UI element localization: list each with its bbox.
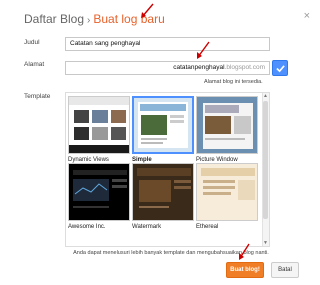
template-simple[interactable]: Simple [132,96,194,163]
create-blog-dialog: Daftar Blog › Buat log baru × Judul Catata… [0,0,320,285]
template-preview-image [69,164,129,220]
annotation-arrow-icon [141,3,154,18]
address-suffix: .blogspot.com [224,64,265,71]
template-preview-image [69,97,129,153]
scroll-down-icon[interactable]: ▼ [262,240,269,246]
template-preview-image [197,164,257,220]
template-thumbnail [132,96,194,154]
template-thumbnail [68,96,130,154]
template-preview-image [134,98,192,152]
template-preview-image [197,97,257,153]
template-name: Ethereal [196,224,219,230]
template-ethereal[interactable]: Ethereal [196,163,258,230]
template-thumbnail [68,163,130,221]
blog-address-input[interactable]: catatanpenghayal.blogspot.com [65,61,270,75]
address-check-button[interactable] [272,60,288,76]
annotation-arrow-icon [239,243,250,260]
scroll-up-icon[interactable]: ▲ [262,93,269,99]
availability-message: Alamat blog ini tersedia. [204,79,263,85]
template-name: Awesome Inc. [68,224,106,230]
checkmark-icon [276,65,285,73]
address-value: catatanpenghayal [173,64,225,71]
blog-title-input[interactable]: Catatan sang penghayal [65,37,270,51]
template-dynamic-views[interactable]: Dynamic Views [68,96,130,163]
address-label: Alamat [24,61,45,68]
cancel-button[interactable]: Batal [271,262,299,278]
breadcrumb-parent[interactable]: Daftar Blog [24,12,84,26]
template-watermark[interactable]: Watermark [132,163,194,230]
template-thumbnail [132,163,194,221]
scrollbar-thumb[interactable] [263,101,268,219]
template-thumbnail [196,163,258,221]
template-name: Watermark [132,224,162,230]
close-icon[interactable]: × [304,10,310,22]
breadcrumb-separator: › [87,15,91,26]
template-preview-image [133,164,193,220]
template-label: Template [24,93,51,100]
template-awesome-inc[interactable]: Awesome Inc. [68,163,130,230]
annotation-arrow-icon [197,41,210,59]
title-label: Judul [24,39,40,46]
template-thumbnail [196,96,258,154]
template-picture-window[interactable]: Picture Window [196,96,258,163]
create-blog-button[interactable]: Buat blog! [226,262,264,278]
